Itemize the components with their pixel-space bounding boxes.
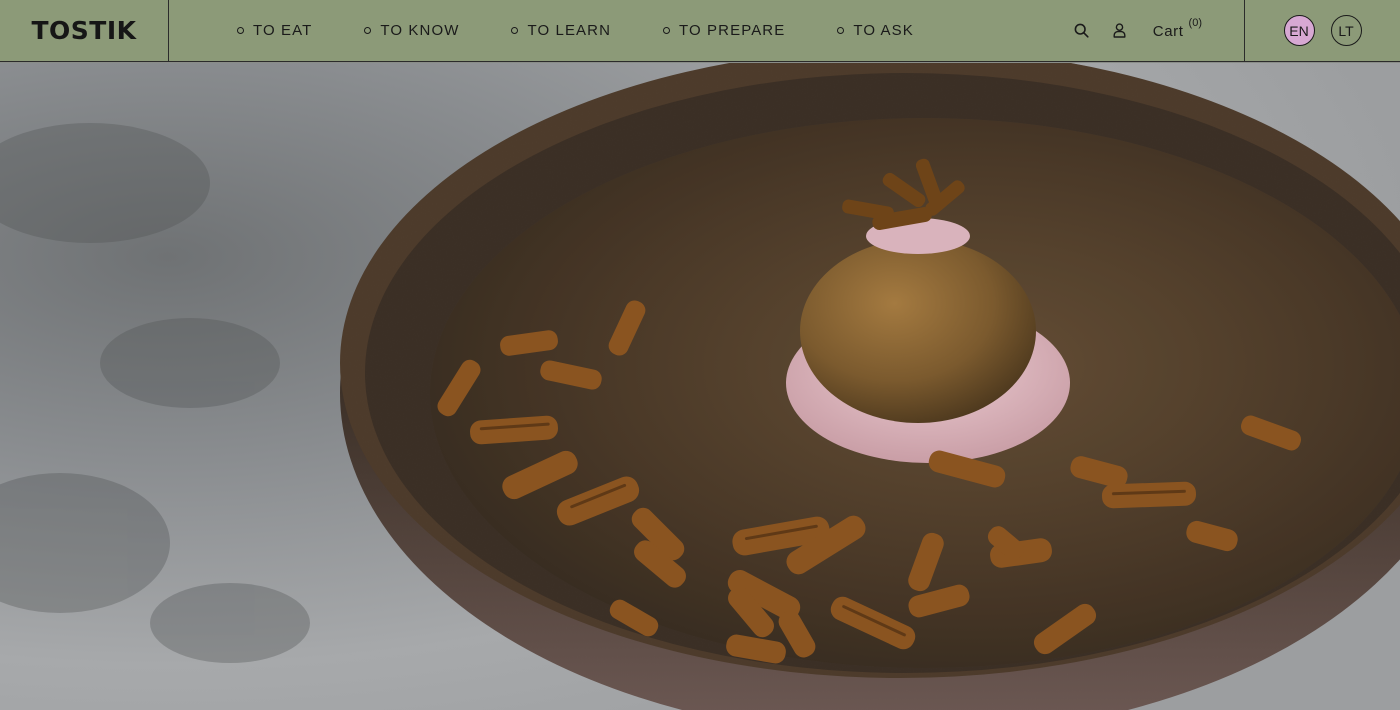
- nav-label: TO PREPARE: [679, 22, 786, 39]
- nav-item-to-learn[interactable]: TO LEARN: [511, 22, 611, 39]
- nav-bullet-icon: [837, 27, 845, 34]
- nav-label: TO KNOW: [380, 22, 460, 39]
- hero-photo: [0, 63, 1400, 710]
- nav-bullet-icon: [364, 27, 372, 34]
- cart-label: Cart: [1152, 23, 1184, 40]
- hero-image: [0, 63, 1400, 710]
- main-nav: TO EAT TO KNOW TO LEARN TO PREPARE TO AS…: [237, 0, 966, 61]
- nav-bullet-icon: [237, 27, 244, 34]
- language-switcher: EN LT: [1244, 0, 1400, 61]
- cart-count: (0): [1188, 17, 1202, 29]
- lang-en-button[interactable]: EN: [1283, 15, 1315, 46]
- logo[interactable]: TOSTIK: [31, 16, 136, 45]
- user-icon[interactable]: [1113, 23, 1126, 38]
- nav-item-to-know[interactable]: TO KNOW: [364, 22, 459, 39]
- nav-bullet-icon: [663, 27, 671, 34]
- lang-lt-button[interactable]: LT: [1330, 15, 1362, 46]
- nav-item-to-prepare[interactable]: TO PREPARE: [663, 22, 785, 39]
- nav-label: TO ASK: [853, 22, 914, 39]
- cart-button[interactable]: Cart (0): [1152, 17, 1202, 40]
- search-icon[interactable]: [1074, 23, 1089, 38]
- nav-item-to-eat[interactable]: TO EAT: [237, 22, 312, 39]
- nav-item-to-ask[interactable]: TO ASK: [837, 22, 914, 39]
- nav-label: TO EAT: [253, 22, 313, 39]
- nav-label: TO LEARN: [527, 22, 612, 39]
- nav-bullet-icon: [511, 27, 519, 34]
- logo-cell: TOSTIK: [0, 0, 169, 61]
- header-utilities: Cart (0): [1074, 0, 1244, 61]
- site-header: TOSTIK TO EAT TO KNOW TO LEARN TO PREPAR…: [0, 0, 1400, 62]
